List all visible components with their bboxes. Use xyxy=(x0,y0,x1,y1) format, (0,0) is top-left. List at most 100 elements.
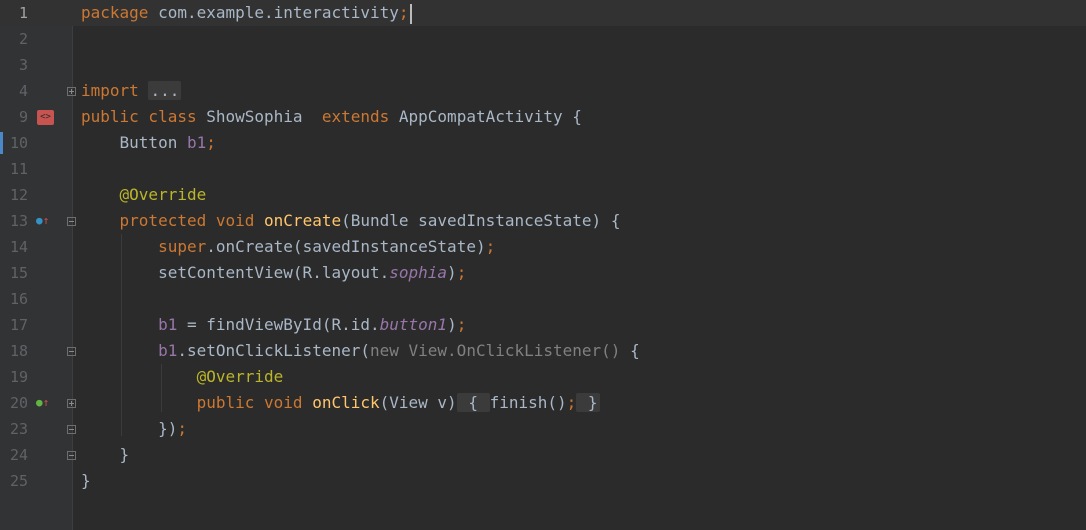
line-number: 12 xyxy=(9,186,28,204)
code-text: import ... xyxy=(81,78,182,104)
line-number: 13 xyxy=(9,212,28,230)
code-text: super.onCreate(savedInstanceState); xyxy=(81,234,495,260)
code-line[interactable]: }); xyxy=(0,416,1086,442)
code-token: ; xyxy=(398,3,409,22)
indent-guide xyxy=(121,234,122,436)
code-token: } xyxy=(81,445,130,464)
code-token: ; xyxy=(456,263,467,282)
code-token: (Bundle savedInstanceState) { xyxy=(341,211,621,230)
line-number: 15 xyxy=(9,264,28,282)
line-number: 18 xyxy=(9,342,28,360)
code-text: setContentView(R.layout.sophia); xyxy=(81,260,466,286)
code-line[interactable] xyxy=(0,156,1086,182)
code-token: AppCompatActivity { xyxy=(398,107,582,126)
code-line[interactable]: import ... xyxy=(0,78,1086,104)
line-number: 1 xyxy=(18,4,28,22)
code-line[interactable]: b1 = findViewById(R.id.button1); xyxy=(0,312,1086,338)
code-line[interactable]: @Override xyxy=(0,364,1086,390)
code-text: Button b1; xyxy=(81,130,216,156)
code-line[interactable]: super.onCreate(savedInstanceState); xyxy=(0,234,1086,260)
code-text: @Override xyxy=(81,182,207,208)
code-token: finish() xyxy=(489,393,567,412)
code-line[interactable] xyxy=(0,26,1086,52)
code-token: ShowSophia xyxy=(206,107,322,126)
line-number: 23 xyxy=(9,420,28,438)
code-token: { xyxy=(630,341,640,360)
expand-fold-icon[interactable] xyxy=(67,87,76,96)
code-line[interactable] xyxy=(0,52,1086,78)
activity-layout-icon[interactable]: <> xyxy=(37,110,54,125)
code-text: public class ShowSophia extends AppCompa… xyxy=(81,104,582,130)
folded-code-placeholder[interactable]: { xyxy=(456,393,490,412)
code-token: ) xyxy=(447,263,457,282)
code-line[interactable]: public class ShowSophia extends AppCompa… xyxy=(0,104,1086,130)
code-token: }) xyxy=(81,419,178,438)
code-token: super xyxy=(81,237,207,256)
code-token: .setOnClickListener( xyxy=(177,341,370,360)
code-text: } xyxy=(81,468,91,494)
fold-end-icon[interactable] xyxy=(67,451,76,460)
code-token: ; xyxy=(456,315,467,334)
override-method-icon[interactable]: ●↑ xyxy=(36,397,49,409)
code-text: } xyxy=(81,442,130,468)
code-token: b1 xyxy=(186,133,207,152)
line-number: 24 xyxy=(9,446,28,464)
code-token: ; xyxy=(485,237,496,256)
collapse-fold-icon[interactable] xyxy=(67,347,76,356)
code-token: new View.OnClickListener() xyxy=(369,341,631,360)
code-line[interactable]: b1.setOnClickListener(new View.OnClickLi… xyxy=(0,338,1086,364)
code-line[interactable]: public void onClick(View v) { finish(); … xyxy=(0,390,1086,416)
line-number: 19 xyxy=(9,368,28,386)
code-text: b1 = findViewById(R.id.button1); xyxy=(81,312,466,338)
folded-code-placeholder[interactable]: ... xyxy=(148,81,182,100)
code-line[interactable]: Button b1; xyxy=(0,130,1086,156)
code-token: onCreate xyxy=(264,211,342,230)
code-token: b1 xyxy=(81,341,178,360)
code-line[interactable]: protected void onCreate(Bundle savedInst… xyxy=(0,208,1086,234)
folded-code-placeholder[interactable]: } xyxy=(576,393,600,412)
code-token: setContentView(R.layout. xyxy=(81,263,390,282)
code-token: public class xyxy=(81,107,207,126)
code-line[interactable]: } xyxy=(0,468,1086,494)
code-token: extends xyxy=(321,107,399,126)
indent-guide xyxy=(161,364,162,412)
line-number: 4 xyxy=(18,82,28,100)
code-token: = findViewById(R.id. xyxy=(177,315,380,334)
line-number: 16 xyxy=(9,290,28,308)
code-text: public void onClick(View v) { finish(); … xyxy=(81,390,600,416)
collapse-fold-icon[interactable] xyxy=(67,217,76,226)
code-text: protected void onCreate(Bundle savedInst… xyxy=(81,208,621,234)
code-token: button1 xyxy=(379,315,448,334)
code-token: ; xyxy=(566,393,577,412)
code-token: @Override xyxy=(81,367,284,386)
code-text: b1.setOnClickListener(new View.OnClickLi… xyxy=(81,338,640,364)
line-number: 2 xyxy=(18,30,28,48)
code-token: protected void xyxy=(81,211,265,230)
code-line[interactable]: package com.example.interactivity; xyxy=(0,0,1086,26)
code-token: onClick xyxy=(312,393,380,412)
code-token: ; xyxy=(206,133,216,152)
code-token: b1 xyxy=(81,315,178,334)
code-token: import xyxy=(81,81,149,100)
line-number: 3 xyxy=(18,56,28,74)
code-line[interactable]: setContentView(R.layout.sophia); xyxy=(0,260,1086,286)
line-number: 14 xyxy=(9,238,28,256)
code-text: @Override xyxy=(81,364,284,390)
text-caret xyxy=(409,3,412,24)
fold-end-icon[interactable] xyxy=(67,425,76,434)
code-token: package xyxy=(81,3,159,22)
override-method-icon[interactable]: ●↑ xyxy=(36,215,49,227)
code-token: .onCreate(savedInstanceState) xyxy=(206,237,486,256)
code-token: sophia xyxy=(389,263,448,282)
expand-fold-icon[interactable] xyxy=(67,399,76,408)
code-token: ) xyxy=(447,315,457,334)
line-number: 9 xyxy=(18,108,28,126)
code-line[interactable] xyxy=(0,286,1086,312)
code-token: com.example.interactivity xyxy=(158,3,399,22)
code-line[interactable]: } xyxy=(0,442,1086,468)
code-line[interactable]: @Override xyxy=(0,182,1086,208)
code-token: public void xyxy=(81,393,313,412)
line-number: 20 xyxy=(9,394,28,412)
code-text: package com.example.interactivity; xyxy=(81,0,412,26)
line-number: 10 xyxy=(9,134,28,152)
